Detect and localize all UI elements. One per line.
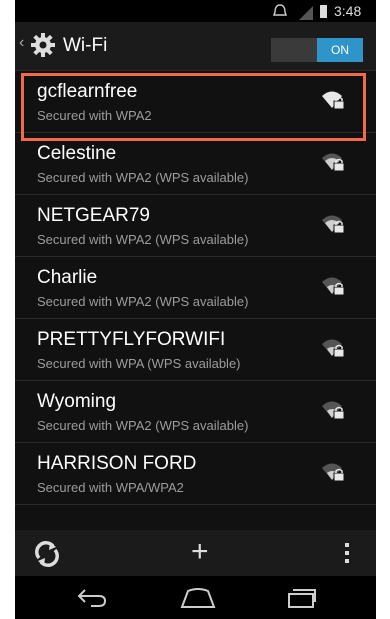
network-ssid: gcflearnfree xyxy=(37,81,138,102)
back-chevron-icon[interactable]: ‹ xyxy=(19,34,24,52)
network-ssid: HARRISON FORD xyxy=(37,453,197,474)
network-item[interactable]: PRETTYFLYFORWIFI Secured with WPA (WPS a… xyxy=(15,318,376,381)
network-security: Secured with WPA2 (WPS available) xyxy=(37,170,249,185)
wifi-locked-icon xyxy=(322,215,345,234)
settings-gear-icon[interactable] xyxy=(29,31,57,59)
network-security: Secured with WPA2 (WPS available) xyxy=(37,232,249,247)
network-security: Secured with WPA (WPS available) xyxy=(37,356,241,371)
toggle-on-label: ON xyxy=(317,38,363,62)
network-security: Secured with WPA2 xyxy=(37,108,152,123)
add-icon[interactable]: + xyxy=(191,535,209,569)
system-nav-bar xyxy=(15,576,376,619)
network-ssid: PRETTYFLYFORWIFI xyxy=(37,329,226,350)
network-ssid: Celestine xyxy=(37,143,117,164)
bottom-toolbar: + xyxy=(15,530,376,576)
network-item[interactable]: Celestine Secured with WPA2 (WPS availab… xyxy=(15,132,376,195)
wifi-locked-icon xyxy=(322,91,345,110)
network-item[interactable]: Wyoming Secured with WPA2 (WPS available… xyxy=(15,380,376,443)
wifi-locked-icon xyxy=(322,463,345,482)
nav-back-icon[interactable] xyxy=(75,586,109,608)
network-security: Secured with WPA/WPA2 xyxy=(37,480,184,495)
wifi-locked-icon xyxy=(322,401,345,420)
nav-recents-icon[interactable] xyxy=(287,587,317,609)
signal-icon xyxy=(299,6,313,20)
network-item[interactable]: Charlie Secured with WPA2 (WPS available… xyxy=(15,256,376,319)
wifi-locked-icon xyxy=(322,277,345,296)
network-item-partial[interactable] xyxy=(15,504,376,531)
network-ssid: NETGEAR79 xyxy=(37,205,150,226)
refresh-icon[interactable] xyxy=(33,540,61,568)
page-title: Wi-Fi xyxy=(63,35,108,56)
network-item[interactable]: gcflearnfree Secured with WPA2 xyxy=(15,70,376,133)
network-item[interactable]: HARRISON FORD Secured with WPA/WPA2 xyxy=(15,442,376,505)
nav-home-icon[interactable] xyxy=(180,587,216,609)
action-bar: ‹ Wi-Fi ON xyxy=(15,22,376,70)
battery-icon xyxy=(320,5,327,18)
network-item[interactable]: NETGEAR79 Secured with WPA2 (WPS availab… xyxy=(15,194,376,257)
status-time: 3:48 xyxy=(334,3,362,19)
network-ssid: Wyoming xyxy=(37,391,117,412)
network-security: Secured with WPA2 (WPS available) xyxy=(37,294,249,309)
alarm-icon xyxy=(272,3,288,22)
overflow-menu-icon[interactable] xyxy=(345,543,349,563)
wifi-toggle[interactable]: ON xyxy=(271,38,363,62)
network-list[interactable]: gcflearnfree Secured with WPA2 Celestine… xyxy=(15,70,376,531)
status-bar: 3:48 xyxy=(15,0,376,22)
network-security: Secured with WPA2 (WPS available) xyxy=(37,418,249,433)
wifi-locked-icon xyxy=(322,339,345,358)
network-ssid: Charlie xyxy=(37,267,98,288)
wifi-locked-icon xyxy=(322,153,345,172)
phone-screen: 3:48 ‹ Wi-Fi ON gcflearnfree Secured wit… xyxy=(15,0,376,619)
